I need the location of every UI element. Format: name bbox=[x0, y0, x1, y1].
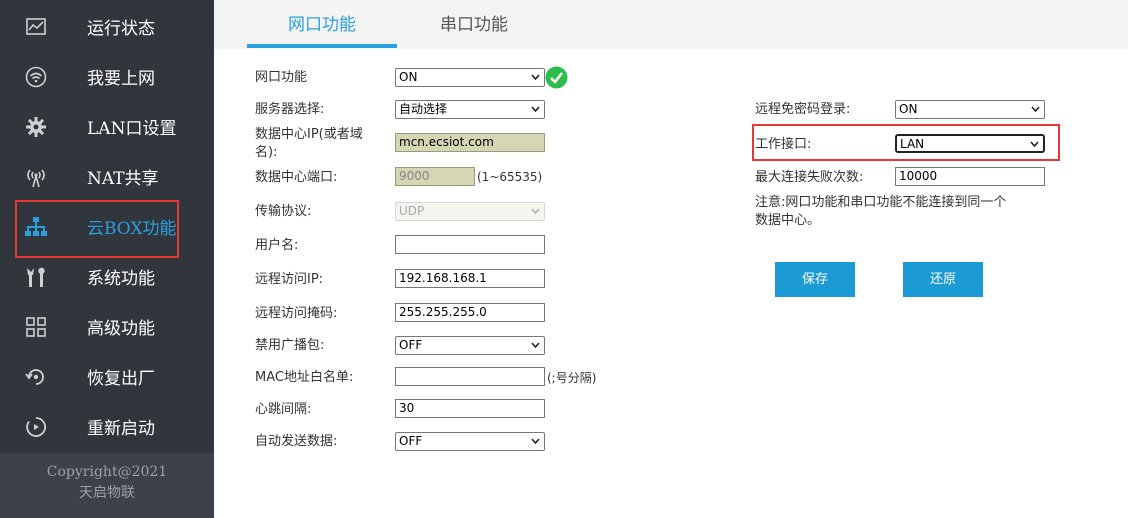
disable-broadcast-label: 禁用广播包: bbox=[255, 338, 325, 353]
sidebar-item-internet[interactable]: 我要上网 bbox=[0, 51, 214, 101]
gear-icon bbox=[24, 115, 48, 139]
mac-whitelist-label: MAC地址白名单: bbox=[255, 370, 354, 385]
disable-broadcast-value: OFF bbox=[399, 338, 423, 352]
username-field[interactable] bbox=[395, 235, 545, 254]
chevron-down-icon bbox=[531, 74, 540, 80]
remote-nopass-select[interactable]: ON bbox=[895, 100, 1045, 119]
dc-ip-label-line2: 名): bbox=[255, 145, 278, 160]
check-ok-icon bbox=[545, 66, 568, 89]
username-label: 用户名: bbox=[255, 238, 299, 253]
auto-send-label: 自动发送数据: bbox=[255, 434, 338, 449]
sidebar-item-cloudbox[interactable]: 云BOX功能 bbox=[0, 201, 214, 251]
sidebar-item-label: 运行状态 bbox=[87, 18, 155, 39]
remote-ip-label: 远程访问IP: bbox=[255, 272, 324, 287]
sidebar-item-label: 重新启动 bbox=[87, 418, 155, 439]
brand-text: 天启物联 bbox=[79, 485, 135, 501]
chevron-down-icon bbox=[531, 208, 540, 214]
heartbeat-field[interactable]: 30 bbox=[395, 399, 545, 418]
protocol-label: 传输协议: bbox=[255, 204, 312, 219]
restore-icon bbox=[24, 365, 48, 389]
net-func-select[interactable]: ON bbox=[395, 68, 545, 87]
auto-send-select[interactable]: OFF bbox=[395, 432, 545, 451]
heartbeat-label: 心跳间隔: bbox=[255, 402, 312, 417]
server-select-label: 服务器选择: bbox=[255, 102, 325, 117]
network-tree-icon bbox=[24, 215, 48, 239]
tab-bar: 网口功能 串口功能 bbox=[214, 0, 1128, 49]
restore-button[interactable]: 还原 bbox=[903, 262, 983, 297]
auto-send-value: OFF bbox=[399, 434, 423, 448]
note-line2: 数据中心。 bbox=[755, 213, 821, 228]
sidebar-item-label: NAT共享 bbox=[87, 168, 159, 189]
save-button[interactable]: 保存 bbox=[775, 262, 855, 297]
tools-icon bbox=[24, 265, 48, 289]
sidebar-item-status[interactable]: 运行状态 bbox=[0, 1, 214, 51]
dc-port-label: 数据中心端口: bbox=[255, 170, 338, 185]
tab-net-function[interactable]: 网口功能 bbox=[247, 0, 397, 49]
sidebar-item-label: LAN口设置 bbox=[87, 118, 177, 139]
disable-broadcast-select[interactable]: OFF bbox=[395, 336, 545, 355]
sidebar-item-lan[interactable]: LAN口设置 bbox=[0, 101, 214, 151]
sidebar-item-label: 云BOX功能 bbox=[87, 218, 177, 239]
sidebar-item-restart[interactable]: 重新启动 bbox=[0, 401, 214, 451]
max-fail-label: 最大连接失败次数: bbox=[755, 170, 864, 185]
max-fail-field[interactable]: 10000 bbox=[895, 167, 1045, 186]
chevron-down-icon bbox=[531, 106, 540, 112]
grid-apps-icon bbox=[24, 315, 48, 339]
sidebar-item-label: 我要上网 bbox=[87, 68, 155, 89]
chevron-down-icon bbox=[531, 438, 540, 444]
remote-mask-field[interactable]: 255.255.255.0 bbox=[395, 303, 545, 322]
mac-whitelist-field[interactable] bbox=[395, 367, 545, 386]
work-interface-label: 工作接口: bbox=[755, 137, 812, 152]
active-tab-indicator bbox=[247, 44, 397, 48]
remote-mask-label: 远程访问掩码: bbox=[255, 306, 338, 321]
restart-icon bbox=[24, 415, 48, 439]
dc-ip-field[interactable]: mcn.ecsiot.com bbox=[395, 133, 545, 152]
chevron-down-icon bbox=[1031, 106, 1040, 112]
remote-ip-field[interactable]: 192.168.168.1 bbox=[395, 269, 545, 288]
dc-port-field[interactable]: 9000 bbox=[395, 167, 475, 186]
dc-port-hint: (1~65535) bbox=[477, 170, 543, 184]
note-line1: 注意:网口功能和串口功能不能连接到同一个 bbox=[755, 195, 1007, 210]
chevron-down-icon bbox=[531, 342, 540, 348]
protocol-value: UDP bbox=[399, 204, 425, 218]
protocol-select[interactable]: UDP bbox=[395, 202, 545, 221]
remote-nopass-label: 远程免密码登录: bbox=[755, 102, 851, 117]
dc-ip-label-line1: 数据中心IP(或者域 bbox=[255, 127, 363, 142]
work-interface-select[interactable]: LAN bbox=[895, 134, 1045, 153]
main-panel: 网口功能 串口功能 bbox=[214, 0, 1128, 518]
sidebar-item-system[interactable]: 系统功能 bbox=[0, 251, 214, 301]
sidebar-item-label: 高级功能 bbox=[87, 318, 155, 339]
chevron-down-icon bbox=[1030, 141, 1039, 147]
net-func-label: 网口功能 bbox=[255, 70, 308, 85]
sidebar-item-label: 恢复出厂 bbox=[87, 368, 155, 389]
monitor-chart-icon bbox=[24, 15, 48, 39]
sidebar-item-advanced[interactable]: 高级功能 bbox=[0, 301, 214, 351]
net-func-value: ON bbox=[399, 70, 418, 84]
remote-nopass-value: ON bbox=[899, 102, 918, 116]
copyright-text: Copyright@2021 bbox=[46, 464, 168, 480]
sidebar-item-nat[interactable]: NAT共享 bbox=[0, 151, 214, 201]
sidebar: 运行状态 我要上网 LAN口设置 NAT共享 云BOX功能 系统功能 高级功能 … bbox=[0, 0, 214, 518]
sidebar-item-factory-reset[interactable]: 恢复出厂 bbox=[0, 351, 214, 401]
server-select[interactable]: 自动选择 bbox=[395, 100, 545, 119]
work-interface-value: LAN bbox=[900, 137, 925, 151]
server-select-value: 自动选择 bbox=[399, 102, 448, 116]
wifi-icon bbox=[24, 65, 48, 89]
antenna-icon bbox=[24, 165, 48, 189]
mac-whitelist-hint: (;号分隔) bbox=[547, 371, 597, 385]
sidebar-item-label: 系统功能 bbox=[87, 268, 155, 289]
tab-serial-function[interactable]: 串口功能 bbox=[399, 0, 549, 49]
sidebar-footer: Copyright@2021 天启物联 bbox=[0, 453, 214, 518]
